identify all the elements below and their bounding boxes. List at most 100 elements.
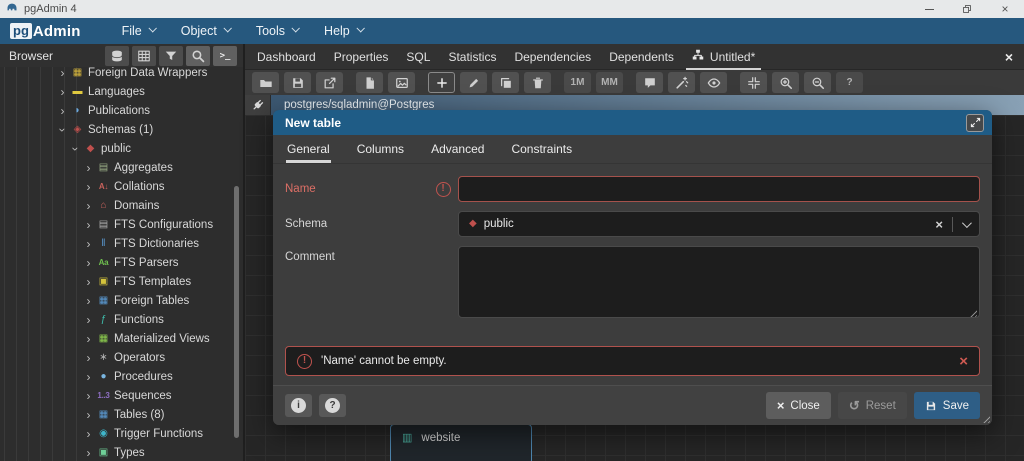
dialog-help-button[interactable]: ? xyxy=(319,394,346,417)
tree-item-procedures[interactable]: › ● Procedures xyxy=(0,367,243,386)
chevron-expanded-icon[interactable]: › xyxy=(69,142,83,155)
chevron-expanded-icon[interactable]: › xyxy=(56,123,70,136)
minimize-button[interactable] xyxy=(910,0,948,18)
close-window-button[interactable]: × xyxy=(986,0,1024,18)
terminal-button[interactable]: >_ xyxy=(213,45,237,66)
erd-table-node-website[interactable]: ▥ website xyxy=(390,424,532,461)
dialog-tab-constraints[interactable]: Constraints xyxy=(511,135,572,163)
drop-table-button[interactable] xyxy=(524,72,551,93)
save-button[interactable]: Save xyxy=(913,392,980,419)
tree-item-tables-8[interactable]: › ▦ Tables (8) xyxy=(0,405,243,424)
reset-button[interactable]: ↺ Reset xyxy=(837,392,907,419)
chevron-collapsed-icon[interactable]: › xyxy=(82,409,95,421)
show-details-button[interactable] xyxy=(700,72,727,93)
schema-select[interactable]: ◆ public × xyxy=(458,211,980,237)
chevron-collapsed-icon[interactable]: › xyxy=(82,352,95,364)
save-as-button[interactable] xyxy=(316,72,343,93)
grid-button[interactable] xyxy=(132,45,156,66)
tree-item-publications[interactable]: › ◗ Publications xyxy=(0,101,243,120)
auto-align-button[interactable] xyxy=(668,72,695,93)
tab-properties[interactable]: Properties xyxy=(325,44,398,70)
tree-item-functions[interactable]: › ƒ Functions xyxy=(0,310,243,329)
menu-file[interactable]: File xyxy=(109,18,168,44)
dialog-tab-columns[interactable]: Columns xyxy=(357,135,404,163)
close-button[interactable]: × Close xyxy=(765,392,831,419)
one-to-many-button[interactable]: 1M xyxy=(564,72,591,93)
chevron-collapsed-icon[interactable]: › xyxy=(82,371,95,383)
menu-help[interactable]: Help xyxy=(311,18,376,44)
menu-tools[interactable]: Tools xyxy=(243,18,311,44)
chevron-down-icon[interactable] xyxy=(961,217,972,228)
tree-item-materialized-views[interactable]: › ▦ Materialized Views xyxy=(0,329,243,348)
zoom-to-fit-button[interactable] xyxy=(740,72,767,93)
tree-item-sequences[interactable]: › 1..3 Sequences xyxy=(0,386,243,405)
many-to-many-button[interactable]: MM xyxy=(596,72,623,93)
menu-object[interactable]: Object xyxy=(168,18,243,44)
tab-sql[interactable]: SQL xyxy=(397,44,439,70)
tree-item-languages[interactable]: › ▬ Languages xyxy=(0,82,243,101)
save-file-button[interactable] xyxy=(284,72,311,93)
name-input[interactable] xyxy=(458,176,980,202)
tab-statistics[interactable]: Statistics xyxy=(439,44,505,70)
tab-dependents[interactable]: Dependents xyxy=(600,44,683,70)
sql-info-button[interactable]: i xyxy=(285,394,312,417)
generate-sql-button[interactable] xyxy=(356,72,383,93)
filter-button[interactable] xyxy=(159,45,183,66)
restore-button[interactable] xyxy=(948,0,986,18)
tree-item-aggregates[interactable]: › ▤ Aggregates xyxy=(0,158,243,177)
tree-item-types[interactable]: › ▣ Types xyxy=(0,443,243,461)
chevron-collapsed-icon[interactable]: › xyxy=(82,238,95,250)
tab-dashboard[interactable]: Dashboard xyxy=(248,44,325,70)
chevron-collapsed-icon[interactable]: › xyxy=(82,276,95,288)
tree-item-schemas-1[interactable]: › ◈ Schemas (1) xyxy=(0,120,243,139)
add-table-button[interactable] xyxy=(428,72,455,93)
tree-item-collations[interactable]: › A↓ Collations xyxy=(0,177,243,196)
tree-item-public[interactable]: › ◆ public xyxy=(0,139,243,158)
edit-table-button[interactable] xyxy=(460,72,487,93)
dialog-header[interactable]: New table xyxy=(273,110,992,135)
dialog-tab-general[interactable]: General xyxy=(286,135,331,163)
dialog-expand-button[interactable] xyxy=(966,113,984,132)
zoom-in-button[interactable] xyxy=(772,72,799,93)
search-button[interactable] xyxy=(186,45,210,66)
dismiss-error-icon[interactable]: × xyxy=(959,354,968,369)
tab-untitled[interactable]: Untitled* xyxy=(683,44,764,70)
chevron-collapsed-icon[interactable]: › xyxy=(82,333,95,345)
help-button[interactable]: ? xyxy=(836,72,863,93)
chevron-collapsed-icon[interactable]: › xyxy=(82,447,95,459)
chevron-collapsed-icon[interactable]: › xyxy=(82,162,95,174)
tree-item-fts-configurations[interactable]: › ▤ FTS Configurations xyxy=(0,215,243,234)
zoom-out-button[interactable] xyxy=(804,72,831,93)
servers-button[interactable] xyxy=(105,45,129,66)
open-file-button[interactable] xyxy=(252,72,279,93)
tree-item-foreign-tables[interactable]: › ▦ Foreign Tables xyxy=(0,291,243,310)
tree-item-trigger-functions[interactable]: › ◉ Trigger Functions xyxy=(0,424,243,443)
chevron-collapsed-icon[interactable]: › xyxy=(82,257,95,269)
chevron-collapsed-icon[interactable]: › xyxy=(82,295,95,307)
tab-dependencies[interactable]: Dependencies xyxy=(505,44,600,70)
chevron-collapsed-icon[interactable]: › xyxy=(56,67,69,79)
tree-item-operators[interactable]: › ∗ Operators xyxy=(0,348,243,367)
tree-item-foreign-data-wrappers[interactable]: › ▦ Foreign Data Wrappers xyxy=(0,67,243,82)
comment-textarea[interactable] xyxy=(458,246,980,318)
tree-item-fts-dictionaries[interactable]: › ‖ FTS Dictionaries xyxy=(0,234,243,253)
schema-clear-icon[interactable]: × xyxy=(935,218,943,231)
dialog-tab-advanced[interactable]: Advanced xyxy=(431,135,484,163)
tree-item-fts-templates[interactable]: › ▣ FTS Templates xyxy=(0,272,243,291)
chevron-collapsed-icon[interactable]: › xyxy=(82,219,95,231)
close-tab-icon[interactable]: × xyxy=(994,49,1024,65)
tree-item-domains[interactable]: › ⌂ Domains xyxy=(0,196,243,215)
add-note-button[interactable] xyxy=(636,72,663,93)
clone-table-button[interactable] xyxy=(492,72,519,93)
chevron-collapsed-icon[interactable]: › xyxy=(82,181,95,193)
chevron-collapsed-icon[interactable]: › xyxy=(56,86,69,98)
chevron-collapsed-icon[interactable]: › xyxy=(82,200,95,212)
download-image-button[interactable] xyxy=(388,72,415,93)
tree-item-fts-parsers[interactable]: › Aa FTS Parsers xyxy=(0,253,243,272)
chevron-collapsed-icon[interactable]: › xyxy=(82,428,95,440)
chevron-collapsed-icon[interactable]: › xyxy=(56,105,69,117)
dialog-resize-handle[interactable] xyxy=(981,414,990,423)
tree-scrollbar[interactable] xyxy=(234,186,239,438)
chevron-collapsed-icon[interactable]: › xyxy=(82,314,95,326)
chevron-collapsed-icon[interactable]: › xyxy=(82,390,95,402)
